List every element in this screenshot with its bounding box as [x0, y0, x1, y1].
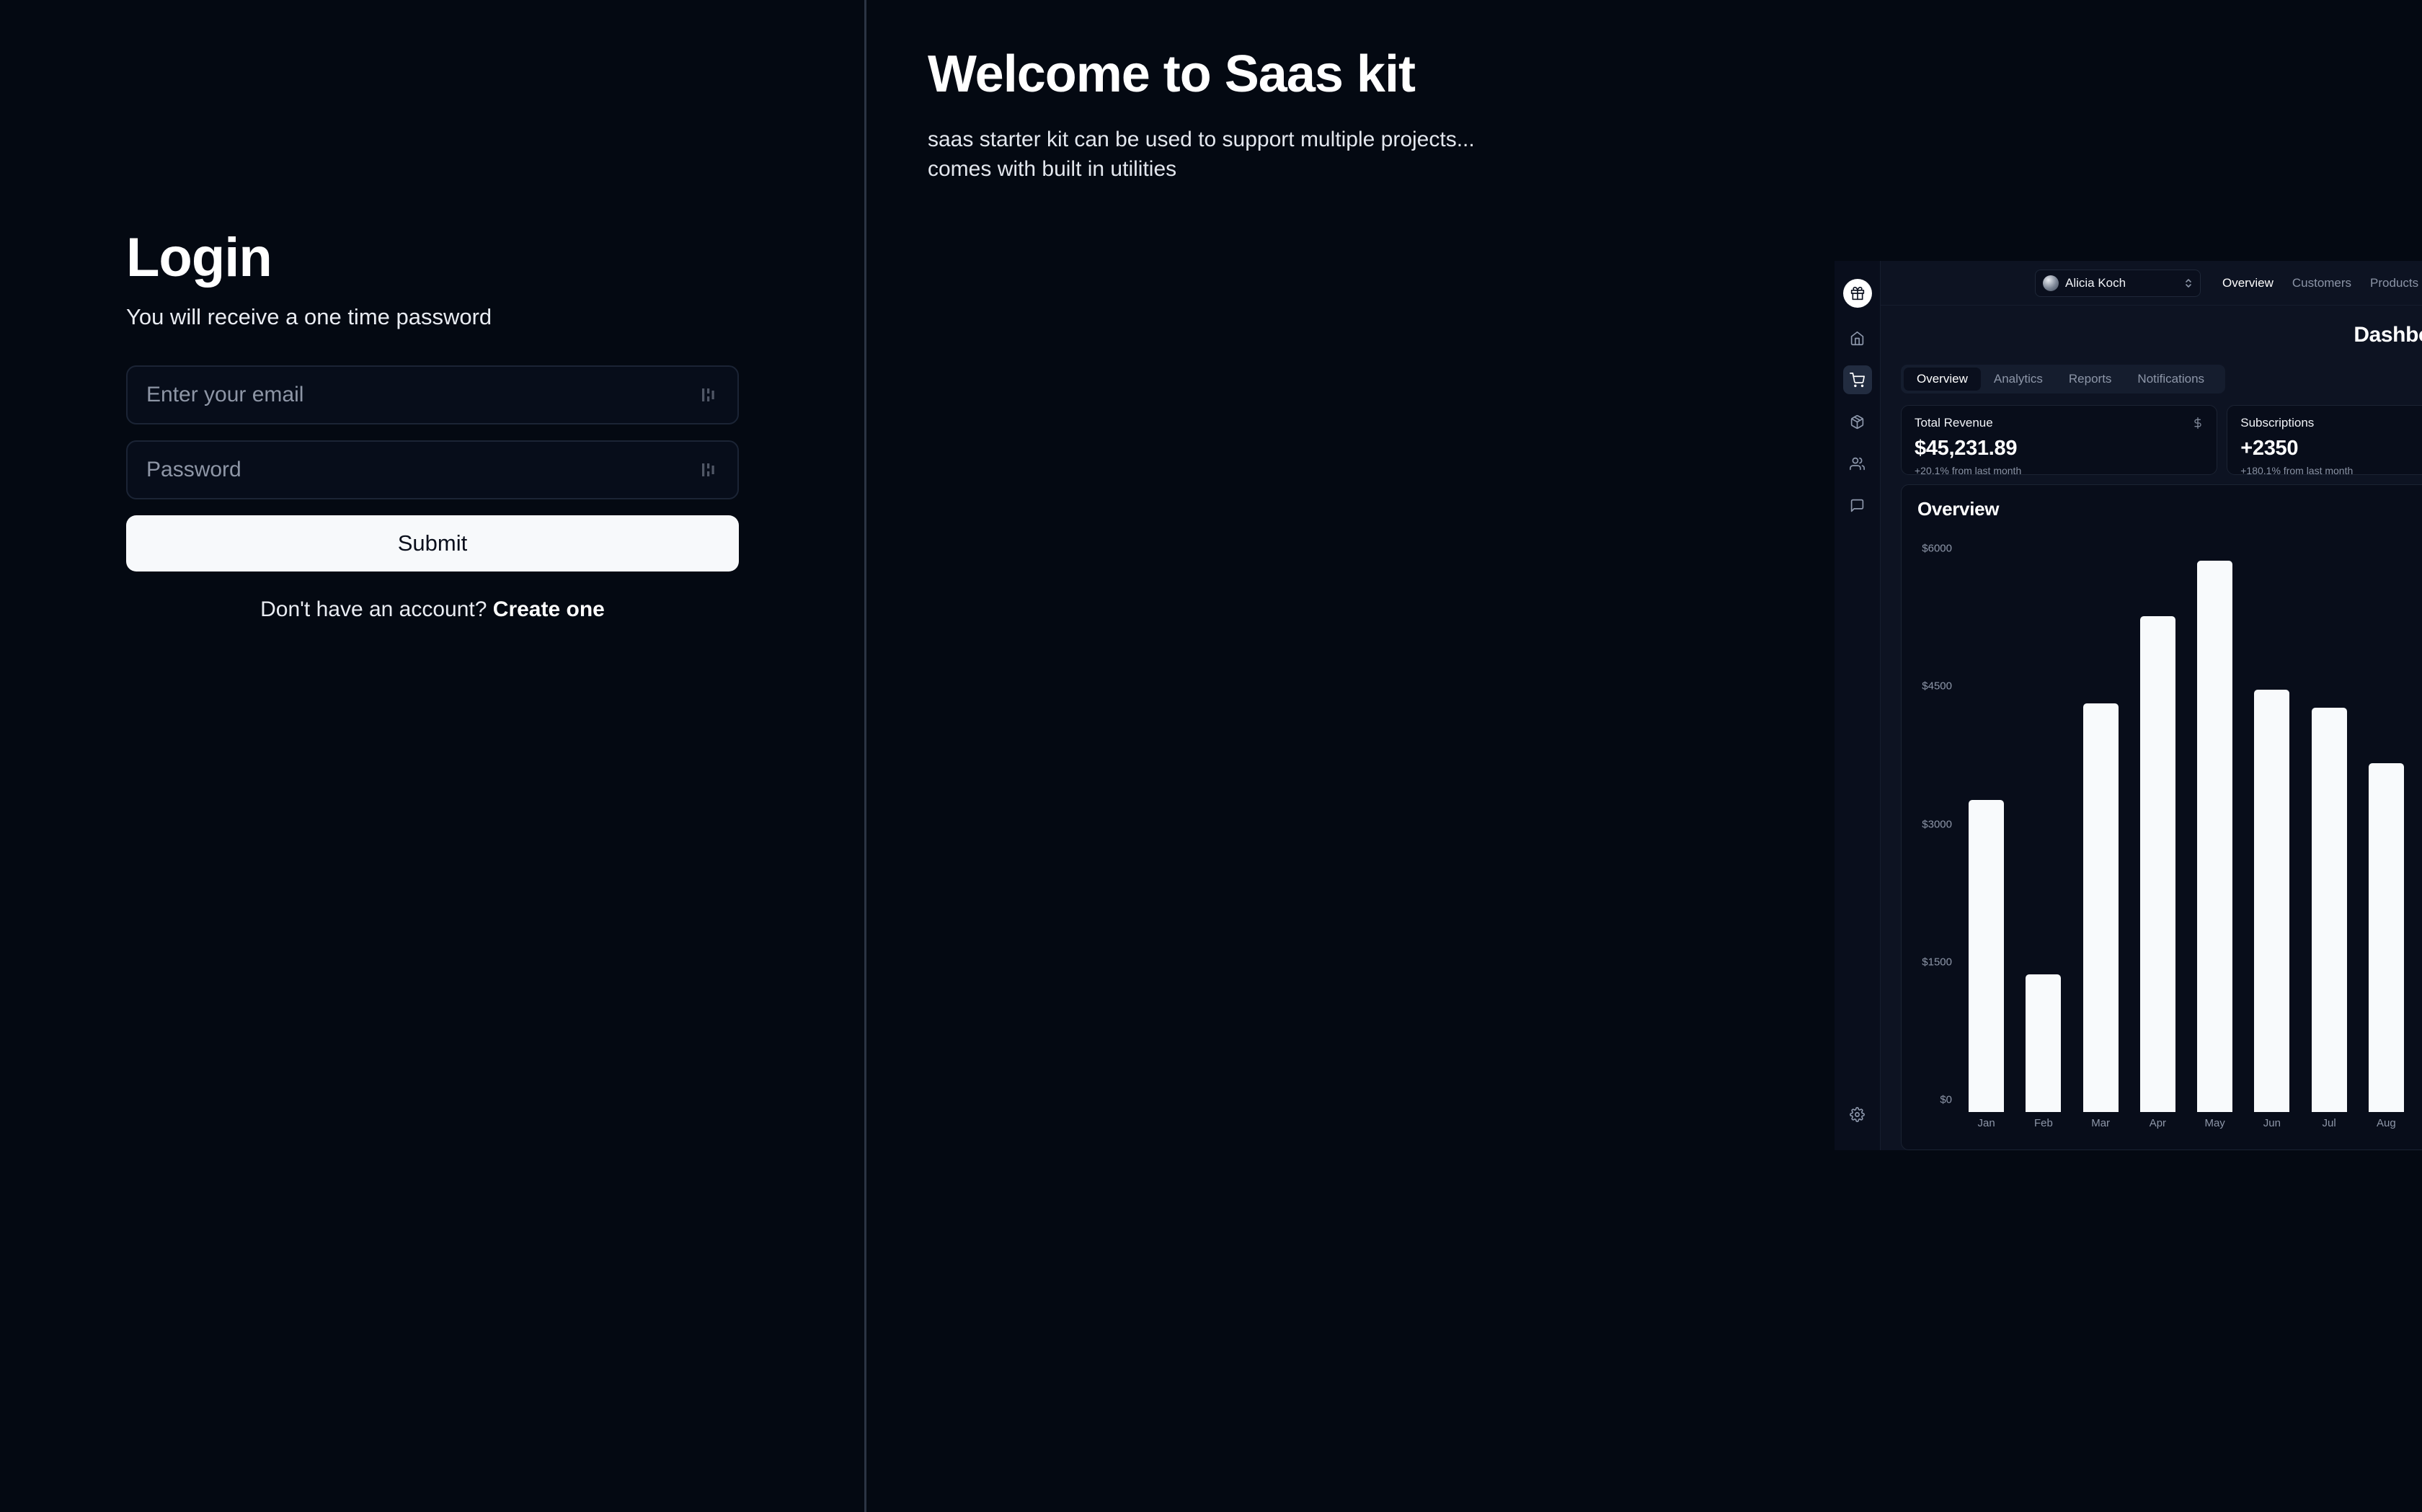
package-icon[interactable] — [1843, 407, 1872, 436]
chart-x-tick: Jan — [1977, 1116, 1995, 1129]
chart-x-tick: Jul — [2322, 1116, 2336, 1129]
signup-prompt: Don't have an account? Create one — [126, 597, 739, 622]
gear-icon[interactable] — [1843, 1100, 1872, 1129]
chart-x-tick: Feb — [2033, 1116, 2053, 1129]
hero-subtitle-line-1: saas starter kit can be used to support … — [928, 128, 1475, 151]
hero-subtitle: saas starter kit can be used to support … — [928, 125, 2422, 184]
gift-logo-icon[interactable] — [1842, 279, 1872, 308]
nav-item-customers[interactable]: Customers — [2292, 276, 2351, 290]
stat-card-subscriptions: Subscriptions +2350 +180.1% from last mo… — [2227, 405, 2422, 476]
users-icon[interactable] — [1843, 449, 1872, 478]
team-name: Alicia Koch — [2065, 275, 2126, 290]
stat-delta: +180.1% from last month — [2240, 465, 2354, 476]
chart-bar — [2311, 708, 2347, 1112]
chart-bar-column — [2301, 533, 2358, 1112]
chart-bar — [2026, 974, 2062, 1112]
chart-bar — [2368, 762, 2404, 1112]
stat-card-head: Subscriptions — [2240, 416, 2422, 430]
home-icon[interactable] — [1843, 324, 1872, 352]
text-cursor-icon — [697, 458, 719, 482]
tab-notifications[interactable]: Notifications — [2124, 368, 2217, 391]
page-title: Login — [126, 227, 272, 288]
chart-bar-column — [1958, 533, 2015, 1112]
chevron-up-down-icon — [2184, 277, 2193, 289]
chart-bar-column — [2015, 533, 2072, 1112]
chart-y-tick: $3000 — [1922, 818, 1952, 831]
chart-x-tick: May — [2204, 1116, 2225, 1129]
shopping-cart-icon[interactable] — [1842, 365, 1872, 394]
dashboard-title: Dashboard — [2354, 323, 2422, 347]
stat-cards: Total Revenue $45,231.89 +20.1% from las… — [1901, 405, 2422, 476]
chart-y-tick: $0 — [1940, 1093, 1952, 1106]
hero-title: Welcome to Saas kit — [928, 45, 1416, 103]
dashboard-main: Dashboard Jan 20, 2023 - Feb 09, 2023 Do… — [1881, 306, 2422, 1150]
chart-x-tick: Jun — [2263, 1116, 2281, 1129]
create-account-link[interactable]: Create one — [493, 597, 605, 621]
nav-item-overview[interactable]: Overview — [2222, 276, 2274, 290]
chart-bar — [2254, 689, 2290, 1112]
overview-chart-panel: Overview $6000 $4500 $3000 $1500 $0 Jan Feb Ma… — [1901, 484, 2422, 1150]
stat-value: +2350 — [2240, 437, 2299, 460]
password-input[interactable] — [146, 458, 697, 482]
chart-y-axis: $6000 $4500 $3000 $1500 $0 — [1917, 533, 1958, 1134]
bar-chart: $6000 $4500 $3000 $1500 $0 Jan Feb Mar Apr May Ju… — [1917, 533, 2422, 1137]
dashboard-panels: Overview $6000 $4500 $3000 $1500 $0 Jan Feb Ma… — [1901, 484, 2422, 1150]
stat-delta: +20.1% from last month — [1915, 465, 2022, 476]
dashboard-topbar: Alicia Koch Overview Customers Products … — [1881, 261, 2422, 306]
tab-overview[interactable]: Overview — [1904, 368, 1981, 391]
stat-card-head: Total Revenue — [1915, 416, 2204, 430]
chart-y-tick: $4500 — [1922, 680, 1952, 693]
panel-title: Overview — [1917, 498, 2000, 520]
stat-value: $45,231.89 — [1915, 437, 2018, 460]
nav-item-products[interactable]: Products — [2370, 276, 2418, 290]
chart-bar-column — [2072, 533, 2129, 1112]
dashboard-header-row: Dashboard Jan 20, 2023 - Feb 09, 2023 Do… — [1901, 319, 2422, 352]
team-switcher[interactable]: Alicia Koch — [2035, 269, 2201, 297]
submit-button[interactable]: Submit — [126, 515, 739, 572]
dashboard-body: Alicia Koch Overview Customers Products … — [1881, 261, 2422, 1150]
chart-plot: JanFebMarAprMayJunJulAugSepOctNovDec — [1958, 533, 2422, 1134]
chart-bar — [2082, 703, 2119, 1112]
chart-y-tick: $6000 — [1922, 542, 1952, 555]
dashboard-preview: Alicia Koch Overview Customers Products … — [1835, 261, 2422, 1150]
message-square-icon[interactable] — [1843, 491, 1872, 520]
chart-bar-column — [2186, 533, 2243, 1112]
app-root: Login You will receive a one time passwo… — [0, 0, 2422, 1512]
hero-subtitle-line-2: comes with built in utilities — [928, 156, 1177, 181]
stat-card-total-revenue: Total Revenue $45,231.89 +20.1% from las… — [1901, 405, 2218, 476]
dashboard-nav: Overview Customers Products Settings — [2222, 276, 2422, 290]
dollar-icon — [2192, 417, 2204, 429]
password-field[interactable] — [126, 440, 739, 499]
tab-analytics[interactable]: Analytics — [1981, 368, 2056, 391]
chart-bars — [1958, 533, 2422, 1112]
email-field[interactable] — [126, 365, 739, 424]
login-subtitle: You will receive a one time password — [126, 304, 492, 329]
stat-label: Subscriptions — [2240, 416, 2315, 430]
chart-x-tick: Sep — [2415, 1117, 2422, 1129]
chart-bar — [2197, 561, 2233, 1112]
chart-bar-column — [2129, 533, 2186, 1112]
email-input[interactable] — [146, 383, 697, 407]
chart-x-tick: Aug — [2377, 1116, 2396, 1129]
avatar — [2043, 275, 2059, 291]
chart-y-tick: $1500 — [1922, 956, 1952, 969]
dashboard-sidebar — [1835, 261, 1881, 1150]
chart-bar-column — [2358, 533, 2415, 1112]
dashboard-tabs: Overview Analytics Reports Notifications — [1901, 365, 2225, 393]
chart-bar-column — [2243, 533, 2300, 1112]
preview-pane: Welcome to Saas kit saas starter kit can… — [866, 0, 2422, 1512]
signup-prompt-text: Don't have an account? — [260, 597, 487, 621]
chart-x-axis: JanFebMarAprMayJunJulAugSepOctNovDec — [1958, 1112, 2422, 1134]
text-cursor-icon — [697, 383, 719, 407]
login-form: Login You will receive a one time passwo… — [126, 231, 739, 622]
tab-reports[interactable]: Reports — [2056, 368, 2125, 391]
stat-label: Total Revenue — [1915, 416, 1993, 430]
chart-bar — [2139, 615, 2175, 1112]
login-pane: Login You will receive a one time passwo… — [0, 0, 866, 1512]
chart-x-tick: Mar — [2091, 1116, 2111, 1129]
chart-x-tick: Apr — [2149, 1116, 2167, 1129]
chart-bar-column — [2415, 533, 2422, 1112]
chart-bar — [1969, 799, 2005, 1112]
